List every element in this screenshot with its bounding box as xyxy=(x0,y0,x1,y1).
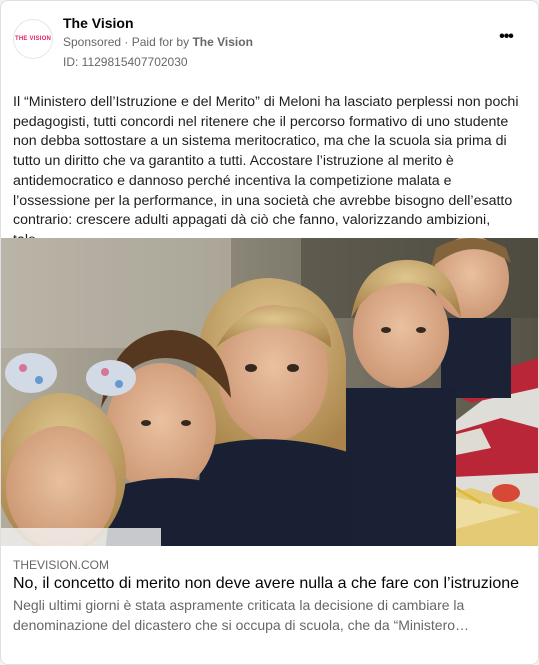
link-description: Negli ultimi giorni è stata aspramente c… xyxy=(13,597,470,633)
page-name-link[interactable]: The Vision xyxy=(63,15,134,31)
post-body-text[interactable]: Il “Ministero dell’Istruzione e del Meri… xyxy=(13,93,528,251)
more-options-button[interactable]: ••• xyxy=(492,27,520,47)
sponsored-label[interactable]: Sponsored xyxy=(63,35,121,49)
separator-dot: · xyxy=(124,35,129,49)
sponsor-line: Sponsored · Paid for by The Vision xyxy=(63,35,253,49)
post-image[interactable] xyxy=(1,238,538,546)
link-domain: THEVISION.COM xyxy=(13,558,110,572)
more-horizontal-icon: ••• xyxy=(499,28,514,45)
sponsored-post-card: THE VISION The Vision Sponsored · Paid f… xyxy=(0,0,539,665)
paid-for-prefix: Paid for by xyxy=(131,35,190,49)
link-preview[interactable]: THEVISION.COM No, il concetto di merito … xyxy=(1,546,538,664)
page-avatar[interactable]: THE VISION xyxy=(13,19,53,59)
link-headline[interactable]: No, il concetto di merito non deve avere… xyxy=(13,574,528,594)
paid-for-name: The Vision xyxy=(192,35,253,49)
post-header: THE VISION The Vision Sponsored · Paid f… xyxy=(1,1,538,79)
avatar-logo-text: THE VISION xyxy=(14,36,51,42)
ad-id: ID: 1129815407702030 xyxy=(63,55,188,69)
